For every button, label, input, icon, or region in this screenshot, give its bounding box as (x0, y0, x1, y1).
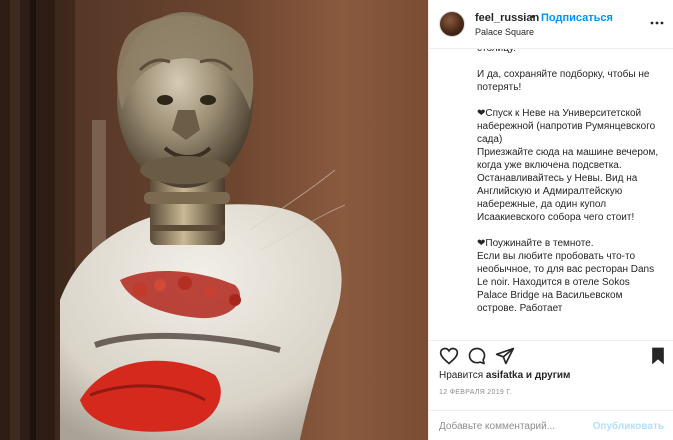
action-bar (429, 340, 673, 368)
heart-icon[interactable] (439, 346, 459, 366)
post-header: feel_russian • Подписаться Palace Square (429, 0, 673, 49)
share-icon[interactable] (495, 346, 515, 366)
follow-button[interactable]: Подписаться (541, 12, 613, 24)
comment-icon[interactable] (467, 346, 487, 366)
caption-scroll-area[interactable]: столицу. И да, сохраняйте подборку, чтоб… (429, 49, 673, 340)
comment-input[interactable] (439, 417, 589, 435)
avatar[interactable] (439, 11, 465, 37)
liked-by-user-link[interactable]: asifatka (486, 370, 523, 381)
location-link[interactable]: Palace Square (475, 27, 534, 37)
more-options-icon[interactable] (650, 16, 664, 30)
post-details-panel: feel_russian • Подписаться Palace Square… (428, 0, 673, 440)
bookmark-icon[interactable] (648, 346, 668, 366)
comment-bar: Опубликовать (429, 410, 673, 440)
post-date[interactable]: 12 ФЕВРАЛЯ 2019 Г. (439, 389, 512, 396)
likes-summary: Нравится asifatka и другим (439, 370, 570, 381)
publish-comment-button[interactable]: Опубликовать (593, 421, 664, 432)
post-photo[interactable] (0, 0, 428, 440)
likes-prefix: Нравится (439, 370, 486, 381)
photo-illustration (0, 0, 428, 440)
caption-text: столицу. И да, сохраняйте подборку, чтоб… (477, 49, 659, 314)
separator-dot: • (531, 11, 535, 23)
username-link[interactable]: feel_russian (475, 12, 539, 24)
likes-others-link[interactable]: и другим (523, 370, 571, 381)
